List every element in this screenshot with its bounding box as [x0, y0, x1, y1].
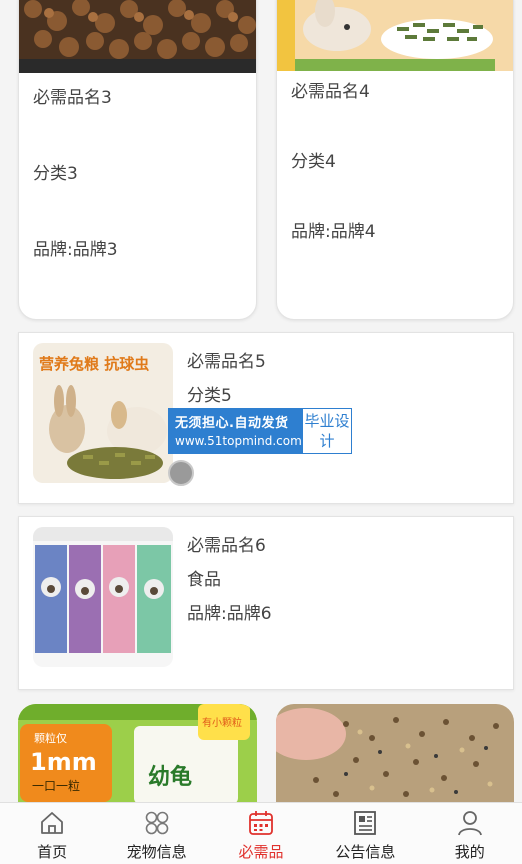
tab-supplies-label: 必需品 — [238, 843, 284, 861]
home-icon — [41, 812, 64, 834]
item-brand-4: 品牌:品牌4 — [291, 222, 376, 242]
dog-food-bags-photo — [33, 527, 173, 667]
item-brand-3: 品牌:品牌3 — [33, 240, 118, 260]
news-icon — [354, 811, 377, 835]
turtle-food-photo: 颗粒仅 1mm 一口一粒 幼龟 有小颗粒 — [18, 704, 257, 804]
tab-mine-label: 我的 — [454, 843, 485, 861]
item-card-4[interactable]: 必需品名4 分类4 品牌:品牌4 — [276, 0, 514, 320]
item-image-6 — [33, 527, 173, 667]
turtle-pack: 幼龟 — [148, 764, 192, 790]
item-card-3[interactable]: 必需品名3 分类3 品牌:品牌3 — [18, 0, 257, 320]
item-category-6: 食品 — [187, 570, 221, 590]
floating-dot[interactable] — [168, 460, 194, 486]
bottom-tab-bar: 首页 宠物信息 必需品 公告信息 我的 — [0, 802, 522, 864]
item-card-8[interactable] — [276, 704, 514, 804]
watermark: 无须担心.自动发货 www.51topmind.com 毕业设计 — [168, 408, 352, 454]
item-brand-6: 品牌:品牌6 — [187, 604, 272, 624]
item-name-3: 必需品名3 — [33, 88, 112, 108]
tab-home[interactable]: 首页 — [0, 803, 104, 862]
supplies-page: 必需品名3 分类3 品牌:品牌3 必需品名4 分类4 品牌:品牌4 营养兔粮 抗… — [0, 0, 522, 864]
tab-pet-info[interactable]: 宠物信息 — [105, 803, 209, 862]
item-name-4: 必需品名4 — [291, 82, 370, 102]
watermark-line2: www.51topmind.com — [175, 434, 302, 448]
tab-pet-info-label: 宠物信息 — [126, 843, 187, 861]
item-image-5: 营养兔粮 抗球虫 — [33, 343, 173, 483]
turtle-badge-sub: 一口一粒 — [32, 778, 80, 793]
tab-supplies[interactable]: 必需品 — [209, 803, 313, 862]
rabbit-banner-text: 营养兔粮 抗球虫 — [39, 355, 149, 373]
tab-announcements-label: 公告信息 — [335, 843, 396, 861]
watermark-side: 毕业设计 — [303, 409, 351, 453]
kibble-photo — [19, 0, 256, 73]
item-card-7[interactable]: 颗粒仅 1mm 一口一粒 幼龟 有小颗粒 — [18, 704, 257, 804]
turtle-badge-top: 颗粒仅 — [34, 731, 67, 745]
watermark-line1: 无须担心.自动发货 — [175, 416, 289, 431]
tab-mine[interactable]: 我的 — [418, 803, 522, 862]
tab-home-label: 首页 — [37, 843, 68, 861]
user-icon — [457, 811, 482, 836]
grid-icon — [145, 811, 168, 835]
calendar-icon — [249, 811, 273, 835]
item-image-4 — [277, 0, 513, 71]
item-card-6[interactable]: 必需品名6 食品 品牌:品牌6 — [18, 516, 514, 690]
item-image-3 — [19, 0, 256, 73]
item-name-5: 必需品名5 — [187, 352, 266, 372]
item-category-3: 分类3 — [33, 164, 78, 184]
item-category-4: 分类4 — [291, 152, 336, 172]
bird-seed-photo — [276, 704, 514, 804]
rabbit-pellets-photo: 营养兔粮 抗球虫 — [33, 343, 173, 483]
turtle-corner: 有小颗粒 — [202, 716, 242, 729]
item-name-6: 必需品名6 — [187, 536, 266, 556]
turtle-badge: 1mm — [30, 748, 97, 776]
item-category-5: 分类5 — [187, 386, 232, 406]
tab-announcements[interactable]: 公告信息 — [313, 803, 417, 862]
rabbit-food-photo — [277, 0, 513, 71]
